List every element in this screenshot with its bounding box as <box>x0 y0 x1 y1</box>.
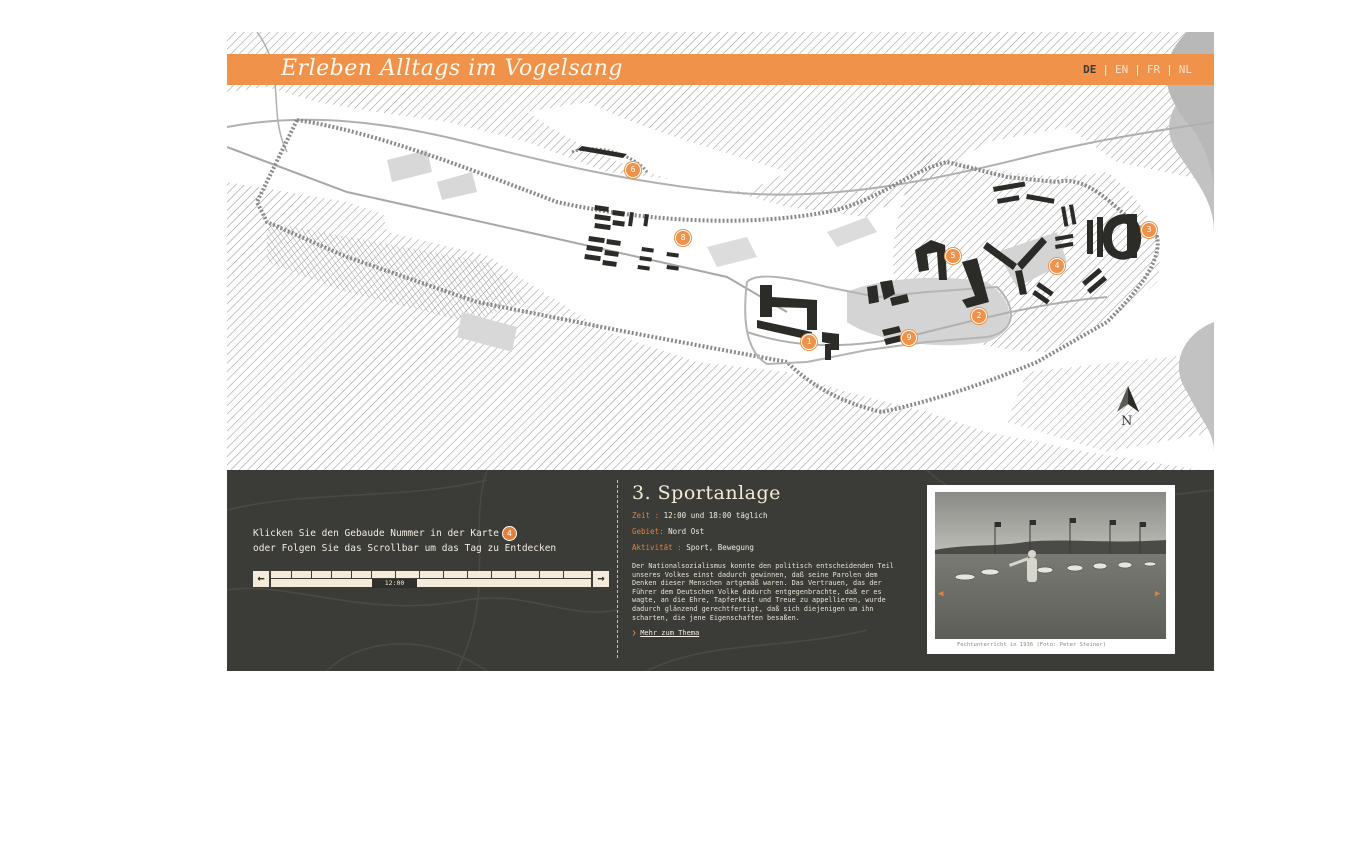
zeit-row: Zeit : 12:00 und 18:00 täglich <box>632 511 912 520</box>
map-marker-8[interactable]: 8 <box>675 230 691 246</box>
language-switcher: DE | EN | FR | NL <box>1083 63 1192 76</box>
lang-separator: | <box>1102 63 1109 76</box>
instruction-badge: 4 <box>501 526 517 541</box>
lang-fr-link[interactable]: FR <box>1147 63 1160 76</box>
map-marker-5[interactable]: 5 <box>945 248 961 264</box>
map-marker-6[interactable]: 6 <box>625 162 641 178</box>
aktivitat-row: Aktivität : Sport, Bewegung <box>632 543 912 552</box>
site-map[interactable]: 6 8 5 4 3 2 9 1 N Erleben Alltags im Vog… <box>227 32 1214 470</box>
timeline-tick <box>351 571 352 578</box>
instructions: Klicken Sie den Gebaude Nummer in der Ka… <box>253 526 556 556</box>
app-title: Erleben Alltags im Vogelsang <box>281 56 623 81</box>
timeline-tick <box>311 571 312 578</box>
instruction-text-1: Klicken Sie den Gebaude Nummer in der Ka… <box>253 528 499 539</box>
lang-nl-link[interactable]: NL <box>1179 63 1192 76</box>
aktivitat-label: Aktivität : <box>632 543 682 552</box>
timeline-scrollbar[interactable]: ← 12:00 → <box>253 571 609 588</box>
more-link[interactable]: ❯ Mehr zum Thema <box>632 629 912 637</box>
location-title: 3. Sportanlage <box>632 482 781 504</box>
timeline-tick <box>331 571 332 578</box>
lang-separator: | <box>1166 63 1173 76</box>
timeline-tick <box>491 571 492 578</box>
timeline-tick <box>563 571 564 578</box>
timeline-tick <box>443 571 444 578</box>
photo-card: ◀ ▶ Fechtunterricht in 1936 (Foto: Peter… <box>927 485 1175 654</box>
gebiet-label: Gebiet: <box>632 527 664 536</box>
location-description: Der Nationalsozialismus konnte den polit… <box>632 562 894 622</box>
map-marker-3[interactable]: 3 <box>1141 222 1157 238</box>
timeline-midline <box>271 578 591 579</box>
historic-photo: ◀ ▶ <box>935 492 1166 639</box>
zeit-value: 12:00 und 18:00 täglich <box>663 511 768 520</box>
chevron-right-icon: ❯ <box>632 629 637 638</box>
timeline-tick <box>371 571 372 578</box>
instruction-line-1: Klicken Sie den Gebaude Nummer in der Ka… <box>253 526 556 541</box>
map-marker-9[interactable]: 9 <box>901 330 917 346</box>
map-marker-4[interactable]: 4 <box>1049 258 1065 274</box>
map-drawing <box>227 32 1214 470</box>
header-bar: Erleben Alltags im Vogelsang DE | EN | FR | NL <box>227 54 1214 85</box>
timeline-tick <box>291 571 292 578</box>
timeline-tick <box>515 571 516 578</box>
timeline-next-button[interactable]: → <box>593 571 609 587</box>
lang-de-link[interactable]: DE <box>1083 63 1096 76</box>
timeline-tick <box>539 571 540 578</box>
north-arrow-icon: N <box>1113 384 1143 434</box>
lang-separator: | <box>1134 63 1141 76</box>
north-label: N <box>1121 414 1133 429</box>
timeline-tick <box>395 571 396 578</box>
info-panel: Klicken Sie den Gebaude Nummer in der Ka… <box>227 470 1214 671</box>
timeline-tick <box>419 571 420 578</box>
map-marker-2[interactable]: 2 <box>971 308 987 324</box>
gebiet-value: Nord Ost <box>668 527 705 536</box>
location-info: 3. Sportanlage Zeit : 12:00 und 18:00 tä… <box>632 482 912 637</box>
map-marker-1[interactable]: 1 <box>801 334 817 350</box>
timeline-handle[interactable]: 12:00 <box>372 579 417 588</box>
app-frame: 6 8 5 4 3 2 9 1 N Erleben Alltags im Vog… <box>227 32 1214 671</box>
photo-next-button[interactable]: ▶ <box>1155 589 1160 599</box>
aktivitat-value: Sport, Bewegung <box>686 543 754 552</box>
timeline-tick <box>467 571 468 578</box>
lang-en-link[interactable]: EN <box>1115 63 1128 76</box>
more-link-label[interactable]: Mehr zum Thema <box>640 629 699 637</box>
panel-divider <box>617 480 618 658</box>
timeline-prev-button[interactable]: ← <box>253 571 269 587</box>
timeline-track[interactable]: 12:00 <box>271 571 591 588</box>
photo-prev-button[interactable]: ◀ <box>938 589 943 599</box>
zeit-label: Zeit : <box>632 511 660 520</box>
photo-caption: Fechtunterricht in 1936 (Foto: Peter Ste… <box>957 642 1107 648</box>
instruction-line-2: oder Folgen Sie das Scrollbar um das Tag… <box>253 543 557 554</box>
gebiet-row: Gebiet: Nord Ost <box>632 527 912 536</box>
